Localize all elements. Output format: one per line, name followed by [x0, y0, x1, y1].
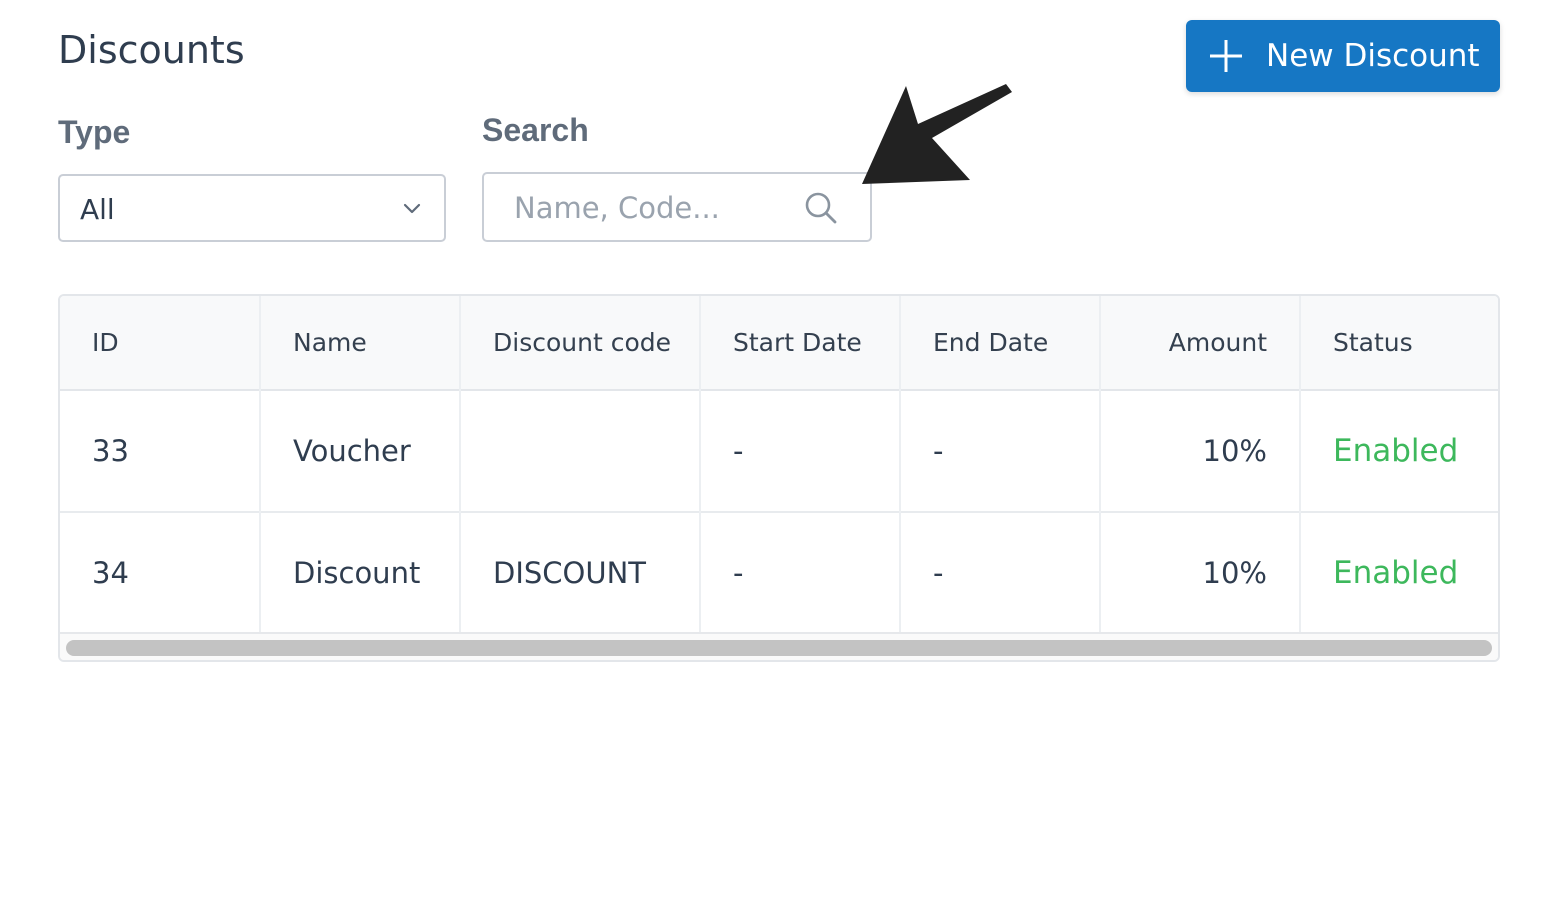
cell-end-date: -	[900, 390, 1101, 512]
column-header-id[interactable]: ID	[60, 296, 261, 390]
cell-id: 34	[60, 512, 261, 634]
column-header-end-date[interactable]: End Date	[900, 296, 1101, 390]
search-label: Search	[482, 112, 589, 148]
new-discount-label: New Discount	[1266, 38, 1480, 74]
table-header-row: ID Name Discount code Start Date End Dat…	[60, 296, 1498, 390]
chevron-down-icon	[403, 203, 421, 214]
cell-name: Voucher	[260, 390, 461, 512]
cell-discount-code	[460, 390, 701, 512]
status-badge: Enabled	[1333, 555, 1459, 591]
search-icon[interactable]	[804, 191, 838, 225]
table-row[interactable]: 33 Voucher - - 10% Enabled	[60, 390, 1498, 512]
cell-end-date: -	[900, 512, 1101, 634]
column-header-status[interactable]: Status	[1300, 296, 1498, 390]
search-input[interactable]	[514, 186, 794, 230]
column-header-discount-code[interactable]: Discount code	[460, 296, 701, 390]
cell-start-date: -	[700, 512, 901, 634]
cell-amount: 10%	[1100, 512, 1301, 634]
cell-discount-code: DISCOUNT	[460, 512, 701, 634]
cell-id: 33	[60, 390, 261, 512]
type-filter-label: Type	[58, 114, 131, 150]
type-select-value: All	[80, 193, 115, 226]
arrow-pointer-icon	[862, 84, 1012, 184]
search-field[interactable]	[482, 172, 872, 242]
cell-name: Discount	[260, 512, 461, 634]
column-header-name[interactable]: Name	[260, 296, 461, 390]
type-select[interactable]: All	[58, 174, 446, 242]
column-header-amount[interactable]: Amount	[1100, 296, 1301, 390]
plus-icon	[1210, 40, 1242, 72]
horizontal-scrollbar[interactable]	[60, 632, 1498, 660]
cell-start-date: -	[700, 390, 901, 512]
new-discount-button[interactable]: New Discount	[1186, 20, 1500, 92]
discounts-table: ID Name Discount code Start Date End Dat…	[58, 294, 1500, 662]
status-badge: Enabled	[1333, 433, 1459, 469]
page-title: Discounts	[58, 28, 245, 72]
column-header-start-date[interactable]: Start Date	[700, 296, 901, 390]
cell-amount: 10%	[1100, 390, 1301, 512]
table-row[interactable]: 34 Discount DISCOUNT - - 10% Enabled	[60, 512, 1498, 634]
scrollbar-thumb[interactable]	[66, 640, 1492, 656]
